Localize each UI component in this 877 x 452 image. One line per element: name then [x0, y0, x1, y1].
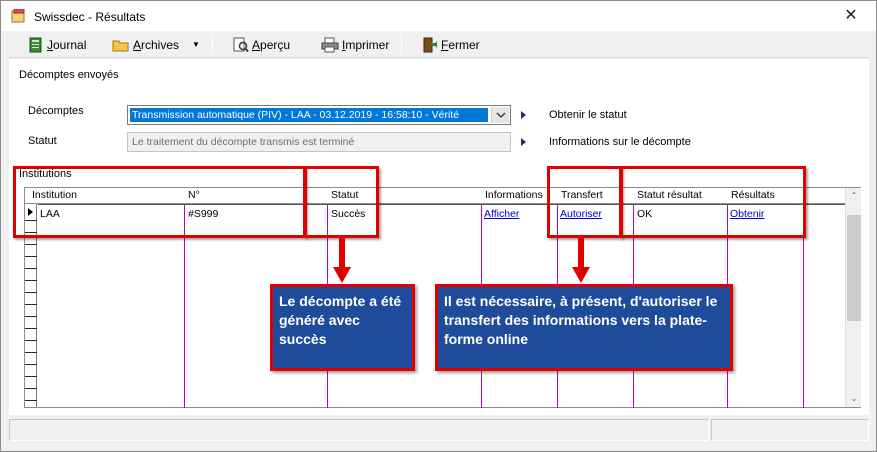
exit-door-icon	[423, 37, 437, 52]
fermer-label: Fermer	[441, 37, 480, 52]
apercu-label: Aperçu	[252, 37, 291, 52]
highlight-box-statut	[304, 166, 379, 238]
imprimer-button[interactable]: Imprimer	[321, 34, 389, 55]
fermer-button[interactable]: Fermer	[422, 34, 480, 55]
row-indicator	[25, 366, 37, 377]
close-window-button[interactable]: ✕	[827, 1, 875, 31]
decomptes-select[interactable]: Transmission automatique (PIV) - LAA - 0…	[127, 105, 511, 125]
journal-label: Journal	[47, 37, 87, 52]
row-indicator	[25, 294, 37, 305]
apercu-button[interactable]: Aperçu	[233, 34, 290, 55]
row-indicator	[25, 282, 37, 293]
highlight-box-resultats	[620, 166, 806, 238]
scroll-up-icon[interactable]: ⌃	[846, 188, 862, 204]
highlight-box-transfert	[547, 166, 622, 238]
statut-label: Statut	[28, 135, 57, 147]
callout-success: Le décompte a été généré avec succès	[270, 284, 415, 371]
arrow-down-icon	[572, 237, 590, 283]
status-bar	[9, 418, 871, 443]
toolbar-separator	[212, 34, 213, 54]
afficher-link[interactable]: Afficher	[484, 208, 519, 220]
arrow-down-icon	[333, 237, 351, 283]
window-title: Swissdec - Résultats	[34, 10, 146, 24]
row-indicator	[25, 318, 37, 329]
folder-icon	[112, 40, 129, 51]
toolbar: Journal Archives ▼ Aperçu Imprimer Ferme…	[9, 31, 869, 58]
chevron-down-icon: ▼	[192, 40, 200, 49]
title-bar: Swissdec - Résultats ✕	[1, 1, 876, 31]
callout-transfer: Il est nécessaire, à présent, d'autorise…	[435, 284, 733, 371]
obtenir-statut-link[interactable]: Obtenir le statut	[549, 109, 627, 121]
play-icon[interactable]	[521, 111, 526, 119]
play-icon[interactable]	[521, 138, 526, 146]
journal-button[interactable]: Journal	[28, 34, 86, 55]
row-indicator	[25, 246, 37, 257]
column-header-informations[interactable]: Informations	[485, 189, 543, 201]
row-indicator	[25, 270, 37, 281]
printer-icon	[321, 37, 339, 52]
informations-decompte-link[interactable]: Informations sur le décompte	[549, 136, 691, 148]
status-panel-secondary	[711, 419, 869, 441]
row-indicator	[25, 354, 37, 365]
chevron-down-icon	[496, 112, 506, 118]
results-window: Swissdec - Résultats ✕ Journal Archives …	[0, 0, 877, 452]
combo-dropdown-button[interactable]	[491, 107, 509, 123]
decomptes-selected-value: Transmission automatique (PIV) - LAA - 0…	[130, 108, 488, 122]
journal-icon	[29, 37, 42, 52]
row-indicator	[25, 342, 37, 353]
archives-label: Archives	[133, 37, 180, 52]
archives-button[interactable]: Archives	[112, 34, 179, 55]
archives-dropdown-button[interactable]: ▼	[192, 34, 200, 55]
row-indicator	[25, 330, 37, 341]
row-indicator	[25, 378, 37, 389]
decomptes-label: Décomptes	[28, 105, 84, 117]
toolbar-separator	[401, 34, 402, 54]
grid-vertical-scrollbar[interactable]: ⌃ ⌄	[845, 188, 861, 407]
scrollbar-thumb[interactable]	[847, 215, 861, 321]
app-icon	[11, 8, 27, 23]
row-indicator	[25, 258, 37, 269]
statut-field: Le traitement du décompte transmis est t…	[127, 132, 511, 152]
row-indicator	[25, 390, 37, 401]
scroll-down-icon[interactable]: ⌄	[846, 391, 862, 407]
imprimer-label: Imprimer	[342, 37, 390, 52]
section-title: Décomptes envoyés	[19, 69, 119, 81]
row-indicator	[25, 306, 37, 317]
status-panel-main	[9, 419, 709, 441]
highlight-box-institution	[13, 166, 306, 238]
preview-icon	[233, 37, 249, 52]
